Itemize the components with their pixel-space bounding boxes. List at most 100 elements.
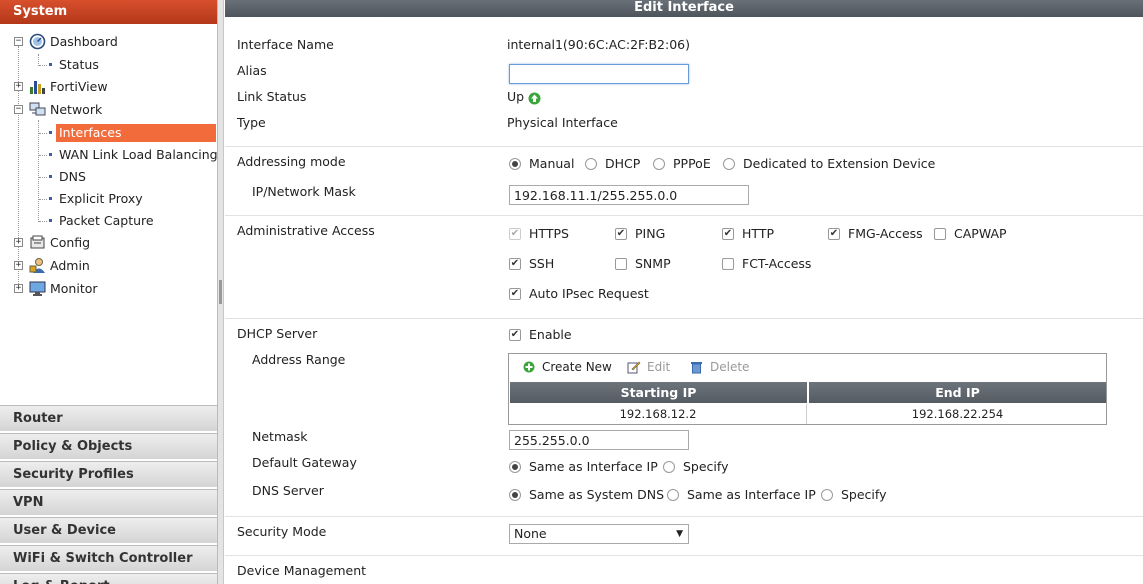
collapse-icon[interactable]: − [14, 37, 23, 46]
access-label: SNMP [635, 256, 671, 271]
tree-label: Monitor [50, 281, 98, 296]
ip-network-mask-label: IP/Network Mask [252, 184, 356, 199]
tree-label: FortiView [50, 79, 108, 94]
tree-guide [39, 199, 47, 200]
section-divider [225, 516, 1143, 517]
tree-label: Admin [50, 258, 90, 273]
menu-wifi-switch-controller[interactable]: WiFi & Switch Controller [0, 545, 217, 571]
addressing-option-label: Manual [529, 156, 575, 171]
tree-item-explicit-proxy[interactable]: Explicit Proxy [0, 189, 216, 209]
dhcp-server-label: DHCP Server [237, 326, 318, 341]
tree-item-dashboard[interactable]: − Dashboard [0, 32, 216, 52]
gateway-option-label: Same as Interface IP [529, 459, 658, 474]
alias-input[interactable] [509, 64, 689, 84]
fmg-access-checkbox[interactable]: ✔ [828, 228, 840, 240]
tree-item-status[interactable]: Status [0, 55, 216, 75]
security-mode-value: None [514, 526, 547, 541]
fct-access-checkbox[interactable] [722, 258, 734, 270]
tree-item-network[interactable]: − Network [0, 100, 216, 120]
addressing-manual-radio[interactable] [509, 158, 521, 170]
auto-ipsec-request-checkbox[interactable]: ✔ [509, 288, 521, 300]
config-icon [30, 235, 45, 249]
menu-log-report[interactable]: Log & Report [0, 573, 217, 584]
addressing-option-label: Dedicated to Extension Device [743, 156, 936, 171]
expand-icon[interactable]: + [14, 82, 23, 91]
tree-item-packet-capture[interactable]: Packet Capture [0, 211, 216, 231]
create-new-label: Create New [542, 360, 612, 374]
section-divider [225, 318, 1143, 319]
splitter-grip[interactable] [219, 280, 222, 304]
http-checkbox[interactable]: ✔ [722, 228, 734, 240]
expand-icon[interactable]: + [14, 261, 23, 270]
ping-checkbox[interactable]: ✔ [615, 228, 627, 240]
tree-label: Dashboard [50, 34, 118, 49]
administrative-access-label: Administrative Access [237, 223, 375, 238]
table-cell-starting-ip[interactable]: 192.168.12.2 [510, 404, 807, 424]
tree-guide [39, 133, 47, 134]
gateway-same-as-interface-radio[interactable] [509, 461, 521, 473]
access-label: FCT-Access [742, 256, 812, 271]
access-label: HTTPS [529, 226, 569, 241]
admin-user-icon [29, 258, 45, 273]
section-divider [225, 146, 1143, 147]
capwap-checkbox[interactable] [934, 228, 946, 240]
edit-interface-panel: Edit Interface Interface Name internal1(… [225, 0, 1143, 584]
tree-label: Explicit Proxy [59, 191, 143, 206]
tree-item-fortiview[interactable]: + FortiView [0, 77, 216, 97]
system-menu-header[interactable]: System [0, 0, 217, 24]
tree-guide [39, 177, 47, 178]
tree-item-admin[interactable]: + Admin [0, 256, 216, 276]
tree-label: WAN Link Load Balancing [59, 147, 218, 162]
menu-user-device[interactable]: User & Device [0, 517, 217, 543]
type-label: Type [237, 115, 266, 130]
bullet-icon [49, 153, 52, 156]
addressing-extension-radio[interactable] [723, 158, 735, 170]
netmask-input[interactable] [509, 430, 689, 450]
dhcp-enable-label: Enable [529, 327, 572, 342]
ip-network-mask-input[interactable] [509, 185, 749, 205]
interface-name-value: internal1(90:6C:AC:2F:B2:06) [507, 37, 690, 52]
dashboard-icon [29, 33, 46, 50]
menu-router[interactable]: Router [0, 405, 217, 431]
tree-item-dns[interactable]: DNS [0, 167, 216, 187]
bullet-icon [49, 197, 52, 200]
snmp-checkbox[interactable] [615, 258, 627, 270]
tree-item-wan-link-load-balancing[interactable]: WAN Link Load Balancing [0, 145, 218, 165]
section-divider [225, 555, 1143, 556]
table-toolbar: Create New Edit Delete [509, 354, 1106, 381]
bullet-icon [49, 219, 52, 222]
tree-item-config[interactable]: + Config [0, 233, 216, 253]
security-mode-label: Security Mode [237, 524, 327, 539]
device-management-label: Device Management [237, 563, 367, 578]
dns-same-as-system-radio[interactable] [509, 489, 521, 501]
dns-option-label: Specify [841, 487, 887, 502]
menu-security-profiles[interactable]: Security Profiles [0, 461, 217, 487]
collapse-icon[interactable]: − [14, 105, 23, 114]
sidebar-splitter[interactable] [218, 0, 224, 584]
addressing-option-label: DHCP [605, 156, 641, 171]
addressing-dhcp-radio[interactable] [585, 158, 597, 170]
gateway-specify-radio[interactable] [663, 461, 675, 473]
sidebar: System − Dashboard Status + FortiView − [0, 0, 218, 584]
tree-item-monitor[interactable]: + Monitor [0, 279, 216, 299]
expand-icon[interactable]: + [14, 284, 23, 293]
ssh-checkbox[interactable]: ✔ [509, 258, 521, 270]
security-mode-select[interactable]: None ▼ [509, 524, 689, 544]
addressing-pppoe-radio[interactable] [653, 158, 665, 170]
address-range-label: Address Range [252, 352, 346, 367]
dns-specify-radio[interactable] [821, 489, 833, 501]
default-gateway-label: Default Gateway [252, 455, 357, 470]
access-label: SSH [529, 256, 555, 271]
dns-same-as-interface-radio[interactable] [667, 489, 679, 501]
dhcp-enable-checkbox[interactable]: ✔ [509, 329, 521, 341]
expand-icon[interactable]: + [14, 238, 23, 247]
dns-server-label: DNS Server [252, 483, 324, 498]
dns-option-label: Same as Interface IP [687, 487, 816, 502]
column-header-starting-ip[interactable]: Starting IP [510, 382, 807, 403]
column-header-end-ip[interactable]: End IP [809, 382, 1106, 403]
menu-vpn[interactable]: VPN [0, 489, 217, 515]
tree-item-interfaces[interactable]: Interfaces [0, 123, 216, 143]
access-label: CAPWAP [954, 226, 1007, 241]
table-cell-end-ip[interactable]: 192.168.22.254 [809, 404, 1106, 424]
menu-policy-objects[interactable]: Policy & Objects [0, 433, 217, 459]
